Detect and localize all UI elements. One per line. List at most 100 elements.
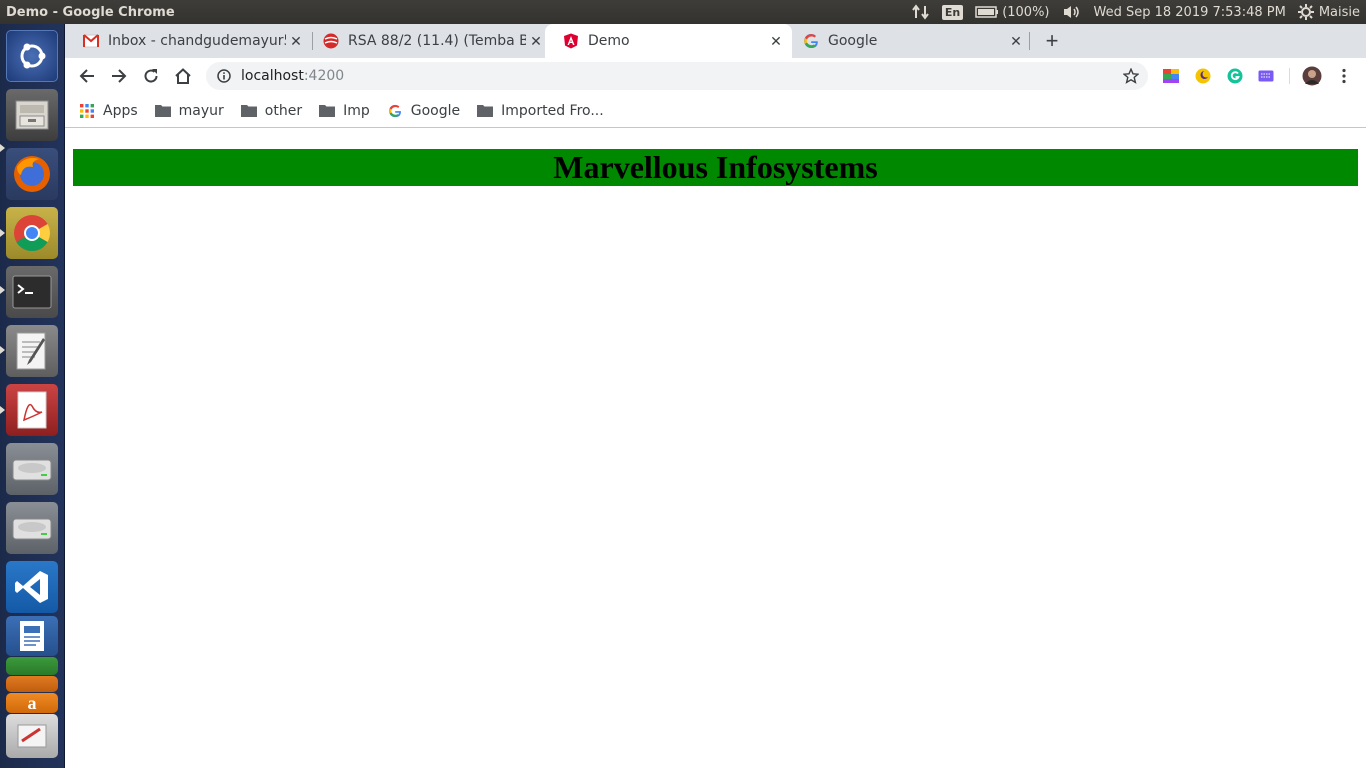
google-icon (387, 103, 403, 119)
battery-indicator[interactable]: (100%) (969, 0, 1055, 24)
toolbar: localhost:4200 (65, 58, 1366, 94)
tab-title: Inbox - chandgudemayur5 (108, 33, 286, 49)
sound-indicator[interactable] (1056, 0, 1088, 24)
gmail-icon (83, 33, 99, 49)
star-icon[interactable] (1123, 68, 1139, 84)
battery-percent: (100%) (1002, 4, 1050, 20)
bookmark-folder-mayur[interactable]: mayur (154, 102, 224, 119)
folder-icon (319, 103, 336, 119)
network-arrows-icon (912, 4, 929, 20)
keyboard-icon (1258, 70, 1274, 82)
grammarly-button[interactable] (1221, 62, 1249, 90)
moon-icon (1195, 68, 1211, 84)
speaker-icon (1063, 6, 1079, 18)
close-icon[interactable]: ✕ (1006, 31, 1026, 51)
ubuntu-dash-icon[interactable] (6, 30, 58, 82)
running-indicator (0, 406, 5, 414)
user-name: Maisie (1318, 4, 1360, 20)
running-indicator (0, 346, 5, 354)
page-viewport: Marvellous Infosystems (65, 128, 1366, 768)
tab-demo[interactable]: Demo ✕ (545, 24, 792, 58)
text-editor-icon[interactable] (6, 325, 58, 377)
close-icon[interactable]: ✕ (766, 31, 786, 51)
bookmark-label: other (264, 102, 303, 119)
pdf-viewer-icon[interactable] (6, 384, 58, 436)
cricbuzz-icon (323, 33, 339, 49)
grammarly-icon (1227, 68, 1243, 84)
close-icon[interactable]: ✕ (286, 31, 306, 51)
bookmark-apps[interactable]: Apps (79, 103, 138, 119)
extension-moon-button[interactable] (1189, 62, 1217, 90)
url-host: localhost (241, 68, 304, 84)
new-tab-button[interactable]: + (1040, 28, 1064, 53)
folder-icon (240, 103, 257, 119)
bookmark-folder-imp[interactable]: Imp (319, 103, 370, 119)
tab-title: Google (828, 33, 878, 49)
running-indicator (0, 229, 5, 237)
extension-colors-button[interactable] (1157, 62, 1185, 90)
bookmark-label: Apps (103, 102, 138, 119)
back-arrow-icon (79, 69, 94, 83)
disk-drive-icon[interactable] (6, 443, 58, 495)
toolbar-separator (1289, 68, 1290, 84)
home-button[interactable] (169, 62, 197, 90)
bookmarks-bar: Apps mayur other Imp Google Imported Fro… (65, 94, 1366, 128)
software-updater-icon[interactable] (6, 714, 58, 758)
bookmark-google[interactable]: Google (387, 103, 460, 119)
reload-icon (144, 69, 158, 83)
language-badge: En (941, 4, 964, 20)
reload-button[interactable] (137, 62, 165, 90)
bookmark-label: mayur (178, 102, 224, 119)
forward-arrow-icon (112, 69, 127, 83)
color-palette-icon (1163, 69, 1179, 83)
tab-strip: Inbox - chandgudemayur5 ✕ RSA 88/2 (11.4… (65, 24, 1366, 58)
angular-icon (563, 33, 579, 49)
folder-icon (477, 103, 494, 119)
amazon-icon[interactable]: a (6, 693, 58, 713)
disk-drive-icon[interactable] (6, 502, 58, 554)
address-bar[interactable]: localhost:4200 (206, 62, 1148, 90)
running-indicator (0, 144, 5, 152)
info-icon (217, 69, 231, 83)
page-title: Marvellous Infosystems (553, 149, 878, 185)
tab-separator (1029, 32, 1030, 50)
avatar-icon (1302, 66, 1322, 86)
terminal-icon[interactable] (6, 266, 58, 318)
tab-title: RSA 88/2 (11.4) (Temba Ba (348, 33, 526, 49)
keyboard-indicator[interactable]: En (936, 0, 969, 24)
session-indicator[interactable]: Maisie (1292, 0, 1366, 24)
clock[interactable]: Wed Sep 18 2019 7:53:48 PM (1088, 0, 1292, 24)
bookmark-folder-imported[interactable]: Imported Fro... (477, 103, 604, 119)
folder-icon (154, 103, 171, 119)
tab-cricket[interactable]: RSA 88/2 (11.4) (Temba Ba ✕ (305, 24, 552, 58)
bookmark-folder-other[interactable]: other (240, 102, 303, 119)
chrome-icon[interactable] (6, 207, 58, 259)
forward-button[interactable] (105, 62, 133, 90)
network-indicator[interactable] (906, 0, 936, 24)
home-icon (175, 68, 191, 84)
top-panel: Demo - Google Chrome En (100%) Wed Sep 1… (0, 0, 1366, 24)
page-header-banner: Marvellous Infosystems (73, 149, 1358, 186)
libreoffice-calc-icon[interactable] (6, 657, 58, 675)
libreoffice-impress-icon[interactable] (6, 676, 58, 692)
close-icon[interactable]: ✕ (526, 31, 546, 51)
url-port: :4200 (303, 68, 345, 84)
bookmark-label: Imported Fro... (501, 102, 604, 119)
libreoffice-writer-icon[interactable] (6, 616, 58, 656)
back-button[interactable] (73, 62, 101, 90)
apps-grid-icon (79, 103, 95, 119)
tab-inbox[interactable]: Inbox - chandgudemayur5 ✕ (65, 24, 312, 58)
bookmark-label: Imp (343, 102, 370, 119)
gear-icon (1297, 4, 1314, 20)
kebab-menu-icon (1342, 68, 1346, 84)
window-title: Demo - Google Chrome (6, 4, 175, 20)
chrome-menu-button[interactable] (1330, 62, 1358, 90)
keyboard-extension-button[interactable] (1252, 62, 1280, 90)
files-icon[interactable] (6, 89, 58, 141)
google-icon (803, 33, 819, 49)
firefox-icon[interactable] (6, 148, 58, 200)
profile-button[interactable] (1298, 62, 1326, 90)
vscode-icon[interactable] (6, 561, 58, 613)
battery-icon (975, 6, 999, 18)
tab-google[interactable]: Google ✕ (785, 24, 1032, 58)
